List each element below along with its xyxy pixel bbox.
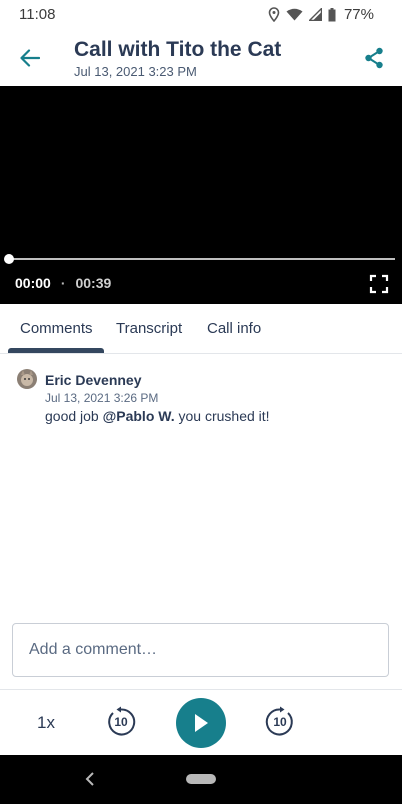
fullscreen-button[interactable] bbox=[369, 274, 389, 294]
signal-icon bbox=[308, 8, 322, 21]
battery-percentage: 77% bbox=[343, 6, 374, 23]
time-separator: · bbox=[60, 275, 66, 291]
page-title: Call with Tito the Cat bbox=[74, 38, 282, 61]
video-player[interactable]: 00:00 · 00:39 bbox=[0, 86, 402, 304]
tab-transcript[interactable]: Transcript bbox=[116, 320, 182, 337]
system-nav-bar bbox=[0, 755, 402, 804]
avatar-image bbox=[17, 369, 37, 389]
total-duration: 00:39 bbox=[75, 275, 112, 291]
status-time: 11:08 bbox=[19, 6, 56, 23]
back-button[interactable] bbox=[14, 42, 46, 74]
comment-input[interactable] bbox=[13, 624, 388, 676]
app-header: Call with Tito the Cat Jul 13, 2021 3:23… bbox=[0, 30, 402, 86]
nav-home-pill[interactable] bbox=[186, 774, 216, 784]
wifi-icon bbox=[286, 8, 303, 21]
comment-author: Eric Devenney bbox=[45, 372, 142, 388]
playback-speed-button[interactable]: 1x bbox=[37, 713, 55, 733]
current-time: 00:00 bbox=[15, 275, 51, 291]
arrow-left-icon bbox=[20, 49, 40, 67]
tab-bar: Comments Transcript Call info bbox=[0, 304, 402, 354]
forward-seconds: 10 bbox=[273, 715, 287, 729]
seek-bar[interactable] bbox=[9, 258, 395, 260]
playback-controls: 1x 10 10 bbox=[0, 689, 402, 755]
share-button[interactable] bbox=[358, 42, 390, 74]
play-icon bbox=[195, 714, 208, 732]
call-date: Jul 13, 2021 3:23 PM bbox=[74, 64, 197, 79]
avatar[interactable] bbox=[17, 369, 37, 389]
comment-input-box[interactable] bbox=[12, 623, 389, 677]
play-button[interactable] bbox=[176, 698, 226, 748]
fullscreen-icon bbox=[369, 274, 389, 294]
active-tab-indicator bbox=[8, 348, 104, 353]
comment-date: Jul 13, 2021 3:26 PM bbox=[45, 391, 159, 405]
seek-handle[interactable] bbox=[4, 254, 14, 264]
battery-icon bbox=[328, 7, 336, 21]
comment-text: good job @Pablo W. you crushed it! bbox=[45, 408, 270, 424]
rewind-seconds: 10 bbox=[114, 715, 128, 729]
tab-comments[interactable]: Comments bbox=[20, 320, 93, 337]
share-icon bbox=[365, 47, 383, 69]
forward-10-button[interactable]: 10 bbox=[264, 706, 296, 738]
comment-text-start: good job bbox=[45, 408, 103, 424]
location-icon bbox=[268, 7, 280, 22]
status-bar: 11:08 77% bbox=[0, 0, 402, 30]
comment-mention[interactable]: @Pablo W. bbox=[103, 408, 175, 424]
status-icons: 77% bbox=[268, 6, 374, 23]
tab-call-info[interactable]: Call info bbox=[207, 320, 261, 337]
time-display: 00:00 · 00:39 bbox=[15, 275, 111, 291]
comment-text-end: you crushed it! bbox=[174, 408, 270, 424]
nav-back-icon[interactable] bbox=[84, 771, 96, 787]
rewind-10-button[interactable]: 10 bbox=[105, 706, 137, 738]
